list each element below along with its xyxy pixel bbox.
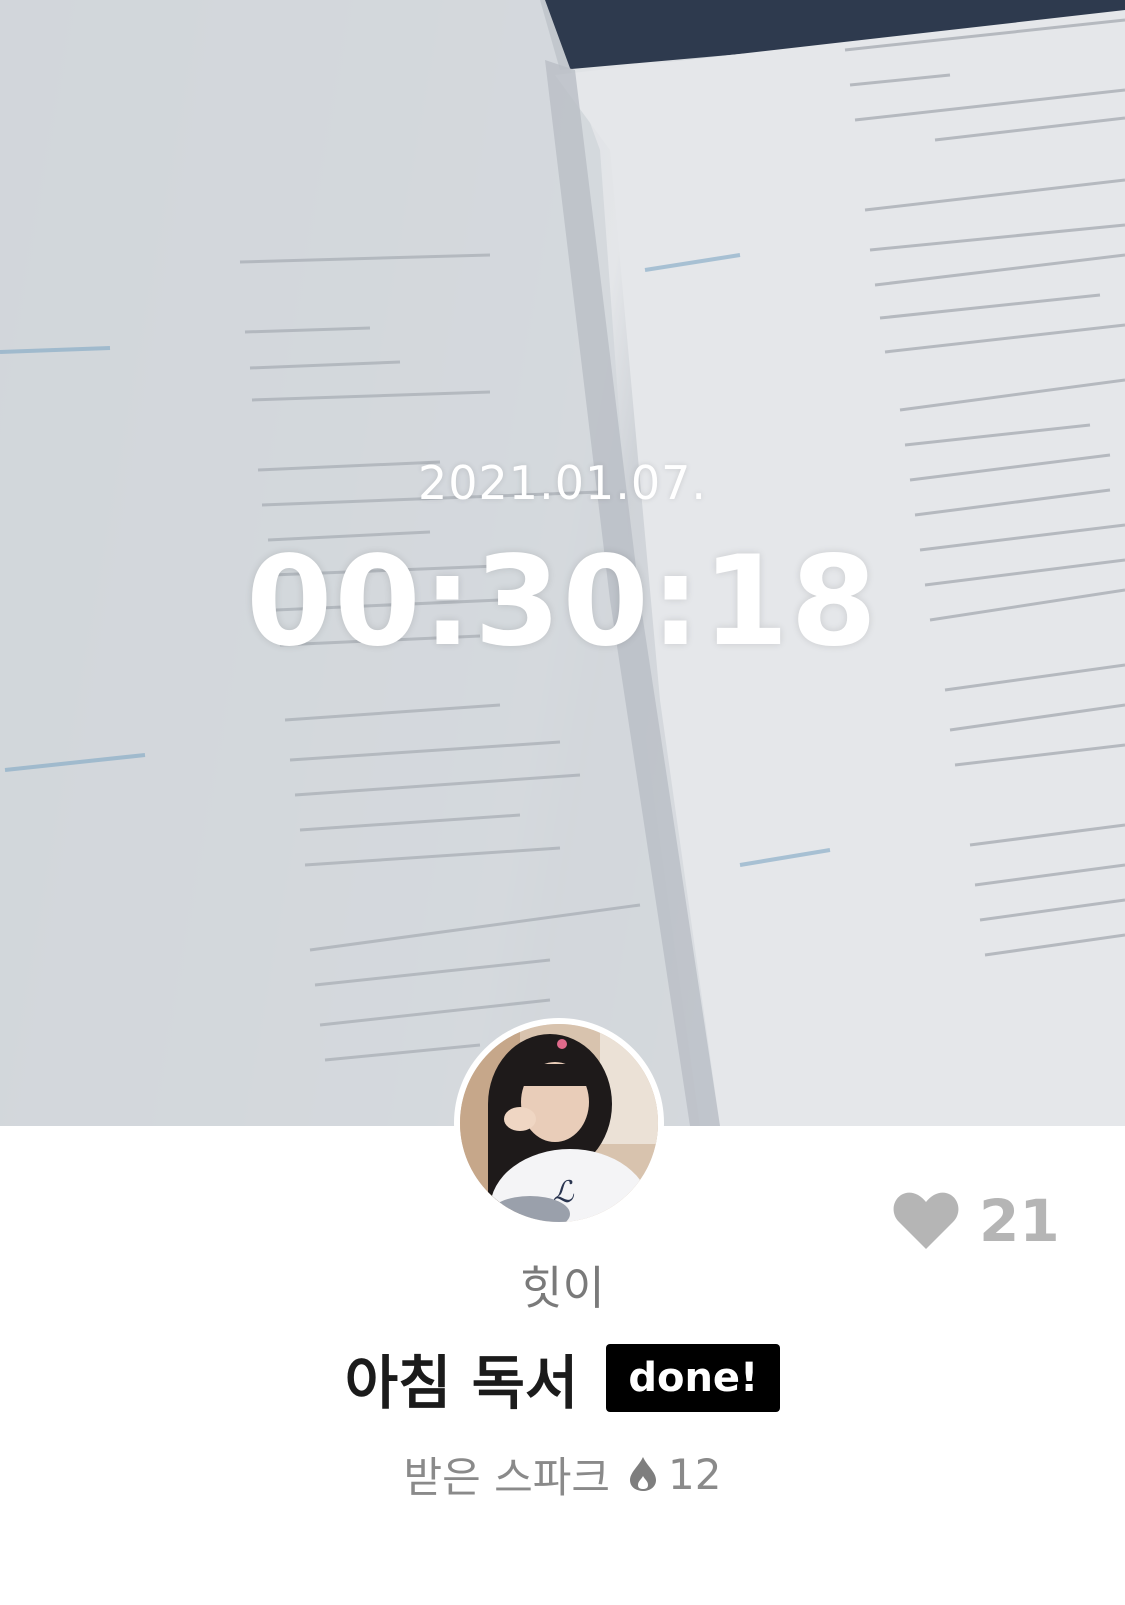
session-date: 2021.01.07. (418, 456, 707, 510)
spark-label: 받은 스파크 (403, 1452, 611, 1502)
status-badge: done! (606, 1344, 781, 1412)
book-photo: 2021.01.07. 00:30:18 (0, 0, 1125, 1126)
like-button[interactable]: 21 (893, 1187, 1060, 1255)
fire-drop-icon (630, 1457, 657, 1491)
avatar[interactable]: ℒ (454, 1018, 664, 1228)
session-timer: 00:30:18 (246, 530, 879, 674)
username[interactable]: 힛이 (0, 1252, 1125, 1318)
heart-icon (893, 1192, 959, 1249)
spark-summary: 받은 스파크 12 (0, 1446, 1125, 1502)
title-row: 아침 독서 done! (0, 1342, 1125, 1417)
post-title: 아침 독서 (344, 1349, 579, 1417)
avatar-photo: ℒ (460, 1024, 658, 1222)
spark-count: 12 (668, 1449, 722, 1499)
like-count: 21 (979, 1187, 1060, 1255)
